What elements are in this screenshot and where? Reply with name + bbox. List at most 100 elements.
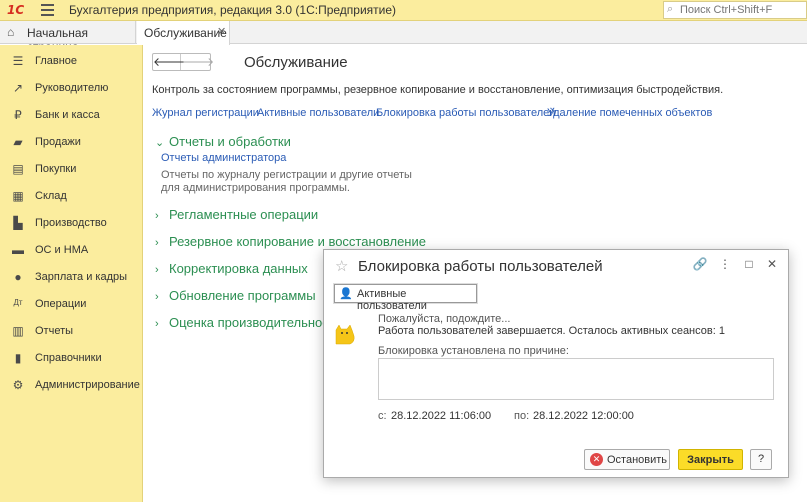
to-value: 28.12.2022 12:00:00: [533, 410, 634, 422]
dialog-title: Блокировка работы пользователей: [358, 258, 603, 275]
sidebar-item-bank[interactable]: ₽ Банк и касса: [0, 101, 143, 128]
section-update[interactable]: › Обновление программы: [155, 288, 316, 303]
tab-bar: ⌂ Начальная страница Обслуживание ✕: [0, 21, 807, 54]
tab-maintenance[interactable]: Обслуживание ✕: [137, 21, 230, 45]
sidebar-item-label: Руководителю: [35, 82, 109, 94]
sidebar-item-assets[interactable]: ▬ ОС и НМА: [0, 236, 143, 263]
sidebar-item-label: Справочники: [35, 352, 102, 364]
nav-buttons: 🡐 🡒: [152, 53, 214, 71]
search-box[interactable]: ⌕: [663, 1, 807, 19]
truck-icon: ▬: [12, 243, 24, 257]
link-icon[interactable]: 🔗: [692, 257, 708, 271]
sidebar-item-label: Зарплата и кадры: [35, 271, 128, 283]
to-label: по:: [514, 410, 530, 422]
sidebar-item-manager[interactable]: ↗ Руководителю: [0, 74, 143, 101]
chevron-right-icon: ›: [155, 318, 159, 330]
link-event-log[interactable]: Журнал регистрации: [152, 107, 259, 119]
link-delete-marked[interactable]: Удаление помеченных объектов: [547, 107, 712, 119]
back-button[interactable]: 🡐: [153, 54, 185, 70]
basket-icon: ▤: [12, 162, 24, 176]
stop-icon: ✕: [590, 453, 603, 466]
page-description: Контроль за состоянием программы, резерв…: [152, 84, 724, 96]
sidebar-item-label: Главное: [35, 55, 78, 67]
page-title: Обслуживание: [244, 54, 348, 71]
close-button-label: Закрыть: [687, 454, 734, 466]
section-routine[interactable]: › Регламентные операции: [155, 207, 318, 222]
more-icon[interactable]: ⋮: [717, 257, 733, 271]
sidebar-item-reports[interactable]: ▥ Отчеты: [0, 317, 143, 344]
reason-label: Блокировка установлена по причине:: [378, 345, 569, 357]
status-text: Работа пользователей завершается. Остало…: [378, 325, 725, 337]
section-performance[interactable]: › Оценка производительности: [155, 315, 342, 330]
users-icon: 👤: [339, 288, 353, 300]
from-label: с:: [378, 410, 387, 422]
close-tab-icon[interactable]: ✕: [217, 25, 226, 38]
sidebar-item-catalogs[interactable]: ▮ Справочники: [0, 344, 143, 371]
gear-icon: ⚙: [12, 378, 24, 392]
trend-icon: ↗: [12, 81, 24, 95]
sidebar-item-production[interactable]: ▙ Производство: [0, 209, 143, 236]
link-user-lock[interactable]: Блокировка работы пользователей: [376, 107, 555, 119]
cart-icon: ▰: [13, 135, 23, 149]
section-label: Регламентные операции: [169, 207, 319, 222]
sidebar-item-purchases[interactable]: ▤ Покупки: [0, 155, 143, 182]
sidebar-item-warehouse[interactable]: ▦ Склад: [0, 182, 143, 209]
link-active-users[interactable]: Активные пользователи: [257, 107, 379, 119]
search-input[interactable]: [680, 3, 804, 17]
waiting-cat-icon: [335, 324, 355, 345]
sidebar-item-label: Продажи: [35, 136, 81, 148]
help-button[interactable]: ?: [750, 449, 772, 470]
sidebar-item-label: Отчеты: [35, 325, 74, 337]
link-admin-reports[interactable]: Отчеты администратора: [161, 152, 286, 164]
sidebar: ☰ Главное ↗ Руководителю ₽ Банк и касса …: [0, 45, 143, 502]
close-button[interactable]: Закрыть: [678, 449, 743, 470]
section-data-correction[interactable]: › Корректировка данных: [155, 261, 308, 276]
sidebar-item-label: Банк и касса: [35, 109, 100, 121]
section-label: Оценка производительности: [169, 315, 342, 330]
sidebar-item-label: Склад: [35, 190, 67, 202]
wait-text: Пожалуйста, подождите...: [378, 313, 511, 325]
book-icon: ▮: [14, 351, 22, 365]
section-backup[interactable]: › Резервное копирование и восстановление: [155, 234, 426, 249]
section-label: Корректировка данных: [169, 261, 308, 276]
menu-icon: ☰: [12, 54, 24, 68]
from-value: 28.12.2022 11:06:00: [391, 410, 492, 422]
factory-icon: ▙: [13, 216, 23, 230]
section-label: Резервное копирование и восстановление: [169, 234, 426, 249]
active-users-button-label: Активные пользователи: [357, 288, 427, 312]
active-users-button[interactable]: 👤 Активные пользователи: [334, 284, 477, 312]
sidebar-item-sales[interactable]: ▰ Продажи: [0, 128, 143, 155]
stop-button-label: Остановить: [607, 454, 668, 466]
home-icon: ⌂: [7, 25, 15, 39]
chevron-right-icon: ›: [155, 291, 159, 303]
tab-home[interactable]: ⌂ Начальная страница: [0, 21, 136, 54]
sidebar-item-salary[interactable]: ● Зарплата и кадры: [0, 263, 143, 290]
sidebar-item-label: Операции: [35, 298, 87, 310]
app-title: Бухгалтерия предприятия, редакция 3.0 (1…: [69, 3, 397, 17]
maximize-icon[interactable]: □: [741, 257, 757, 271]
sidebar-item-admin[interactable]: ⚙ Администрирование: [0, 371, 143, 398]
warehouse-icon: ▦: [12, 189, 24, 203]
section-reports[interactable]: ⌄ Отчеты и обработки: [155, 134, 291, 149]
star-icon[interactable]: ☆: [335, 257, 348, 275]
forward-button[interactable]: 🡒: [182, 54, 214, 70]
sidebar-item-label: Производство: [35, 217, 107, 229]
section-label: Отчеты и обработки: [169, 134, 291, 149]
main-menu-icon[interactable]: [41, 4, 54, 16]
close-icon[interactable]: ✕: [764, 257, 780, 271]
reason-field[interactable]: [378, 358, 774, 400]
person-icon: ●: [14, 270, 22, 284]
user-lock-dialog: ☆ Блокировка работы пользователей 🔗 ⋮ □ …: [323, 249, 789, 478]
chevron-right-icon: ›: [155, 210, 159, 222]
sidebar-item-main[interactable]: ☰ Главное: [0, 47, 143, 74]
chevron-right-icon: ›: [155, 237, 159, 249]
dt-kt-icon: Дт: [13, 298, 23, 307]
search-icon: ⌕: [667, 3, 674, 15]
chevron-down-icon: ⌄: [155, 137, 165, 149]
sidebar-item-label: ОС и НМА: [35, 244, 89, 256]
sidebar-item-label: Покупки: [35, 163, 77, 175]
title-bar: 1С Бухгалтерия предприятия, редакция 3.0…: [0, 0, 807, 21]
sidebar-item-operations[interactable]: Дт Операции: [0, 290, 143, 317]
1c-logo[interactable]: 1С: [7, 3, 31, 17]
stop-button[interactable]: ✕ Остановить: [584, 449, 670, 470]
